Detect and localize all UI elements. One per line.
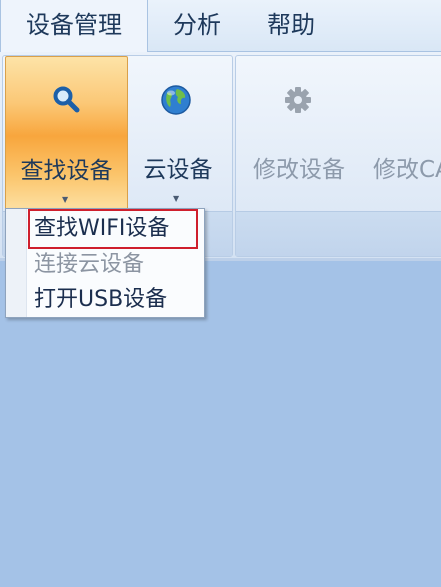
modify-ca-button[interactable]: 修改CA bbox=[373, 150, 441, 184]
search-icon bbox=[50, 84, 84, 118]
modify-device-button[interactable]: 修改设备 bbox=[240, 56, 358, 208]
gear-icon bbox=[281, 83, 315, 117]
dropdown-gutter bbox=[6, 209, 27, 317]
find-device-button[interactable]: 查找设备 ▼ bbox=[5, 56, 128, 210]
cloud-device-button[interactable]: 云设备 ▼ bbox=[129, 56, 227, 208]
dropdown-arrow-icon: ▼ bbox=[173, 194, 180, 203]
find-device-label: 查找设备 bbox=[20, 158, 113, 184]
find-device-dropdown: 查找WIFI设备 连接云设备 打开USB设备 bbox=[5, 208, 205, 318]
ribbon-group-footer bbox=[236, 211, 441, 256]
menu-item-find-wifi-device[interactable]: 查找WIFI设备 bbox=[34, 212, 169, 246]
menu-item-connect-cloud-device: 连接云设备 bbox=[34, 252, 145, 277]
menu-bar: 设备管理 分析 帮助 bbox=[0, 0, 441, 52]
modify-device-label: 修改设备 bbox=[253, 157, 345, 183]
cloud-device-label: 云设备 bbox=[143, 157, 213, 183]
dropdown-arrow-icon: ▼ bbox=[62, 195, 69, 204]
tab-device-management[interactable]: 设备管理 bbox=[0, 0, 148, 52]
globe-icon bbox=[159, 83, 193, 117]
tab-analysis[interactable]: 分析 bbox=[158, 0, 236, 51]
menu-item-open-usb-device[interactable]: 打开USB设备 bbox=[34, 283, 167, 317]
tab-help[interactable]: 帮助 bbox=[252, 0, 330, 51]
